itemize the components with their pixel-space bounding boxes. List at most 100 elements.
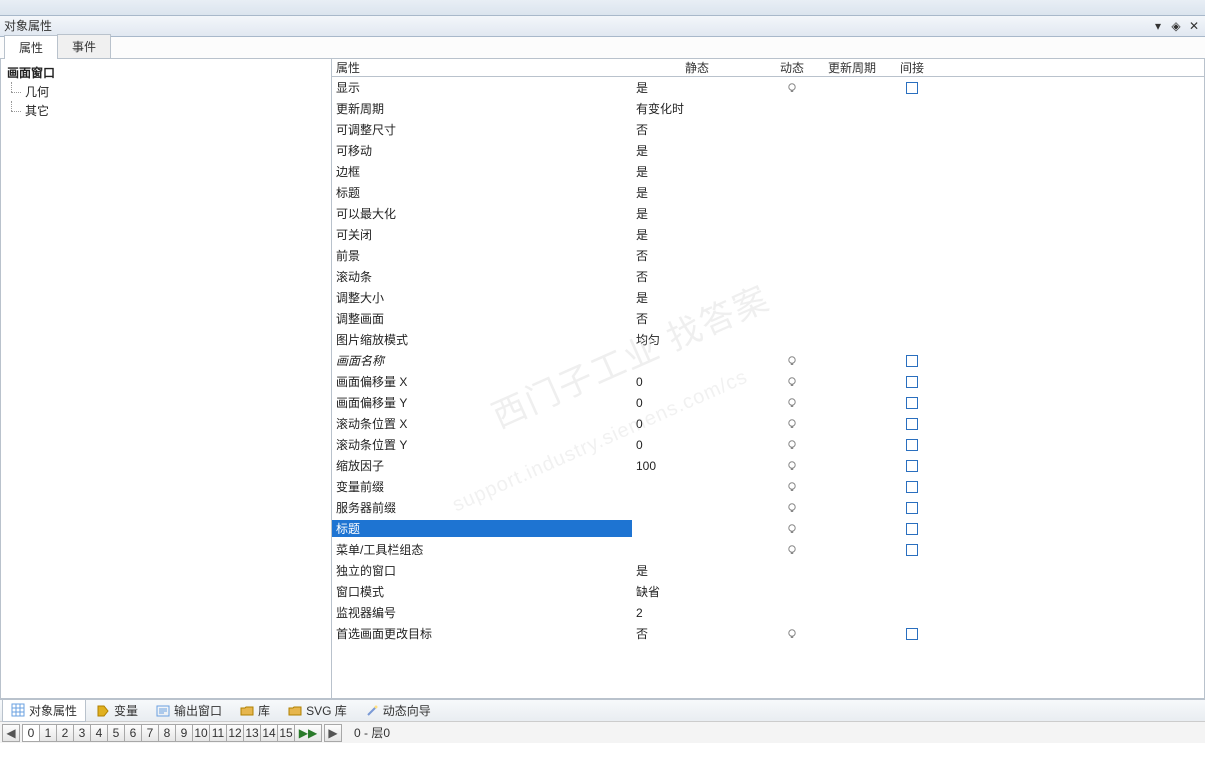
checkbox-icon[interactable] — [906, 439, 918, 451]
bottom-tab-3[interactable]: 库 — [232, 700, 278, 721]
property-static-value[interactable]: 0 — [632, 375, 762, 389]
property-row[interactable]: 调整大小是 — [332, 287, 1204, 308]
property-static-value[interactable]: 0 — [632, 396, 762, 410]
layer-cell-11[interactable]: 11 — [209, 724, 227, 742]
property-static-value[interactable]: 否 — [632, 625, 762, 642]
layer-cell-8[interactable]: 8 — [158, 724, 176, 742]
property-static-value[interactable]: 否 — [632, 121, 762, 138]
checkbox-icon[interactable] — [906, 481, 918, 493]
bottom-tab-1[interactable]: 变量 — [88, 700, 146, 721]
property-row[interactable]: 显示是 — [332, 77, 1204, 98]
property-static-value[interactable]: 是 — [632, 142, 762, 159]
tree-child-1[interactable]: 其它 — [3, 101, 329, 120]
property-static-value[interactable]: 是 — [632, 205, 762, 222]
property-name[interactable]: 滚动条 — [332, 268, 632, 285]
checkbox-icon[interactable] — [906, 523, 918, 535]
indirect-cell[interactable] — [882, 418, 942, 430]
dynamic-cell[interactable] — [762, 502, 822, 514]
property-row[interactable]: 监视器编号2 — [332, 602, 1204, 623]
property-row[interactable]: 标题 — [332, 518, 1204, 539]
checkbox-icon[interactable] — [906, 397, 918, 409]
property-name[interactable]: 首选画面更改目标 — [332, 625, 632, 642]
layer-cell-3[interactable]: 3 — [73, 724, 91, 742]
property-row[interactable]: 画面偏移量 Y0 — [332, 392, 1204, 413]
property-row[interactable]: 画面偏移量 X0 — [332, 371, 1204, 392]
property-name[interactable]: 画面偏移量 X — [332, 373, 632, 390]
property-name[interactable]: 边框 — [332, 163, 632, 180]
dynamic-cell[interactable] — [762, 376, 822, 388]
property-name[interactable]: 可调整尺寸 — [332, 121, 632, 138]
bottom-tab-4[interactable]: SVG 库 — [280, 700, 355, 721]
checkbox-icon[interactable] — [906, 376, 918, 388]
layer-cell-5[interactable]: 5 — [107, 724, 125, 742]
dynamic-cell[interactable] — [762, 544, 822, 556]
bottom-tab-5[interactable]: 动态向导 — [357, 700, 439, 721]
property-row[interactable]: 可以最大化是 — [332, 203, 1204, 224]
property-static-value[interactable]: 有变化时 — [632, 100, 762, 117]
property-row[interactable]: 边框是 — [332, 161, 1204, 182]
layer-cell-14[interactable]: 14 — [260, 724, 278, 742]
panel-dropdown-icon[interactable]: ▾ — [1151, 19, 1165, 33]
property-name[interactable]: 独立的窗口 — [332, 562, 632, 579]
indirect-cell[interactable] — [882, 82, 942, 94]
property-static-value[interactable]: 均匀 — [632, 331, 762, 348]
indirect-cell[interactable] — [882, 397, 942, 409]
property-name[interactable]: 可移动 — [332, 142, 632, 159]
property-row[interactable]: 滚动条否 — [332, 266, 1204, 287]
property-static-value[interactable]: 缺省 — [632, 583, 762, 600]
panel-close-icon[interactable]: ✕ — [1187, 19, 1201, 33]
bottom-tab-0[interactable]: 对象属性 — [2, 700, 86, 722]
property-static-value[interactable]: 0 — [632, 438, 762, 452]
property-static-value[interactable]: 是 — [632, 163, 762, 180]
tab-0[interactable]: 属性 — [4, 35, 58, 59]
property-row[interactable]: 首选画面更改目标否 — [332, 623, 1204, 644]
indirect-cell[interactable] — [882, 502, 942, 514]
property-name[interactable]: 调整大小 — [332, 289, 632, 306]
property-row[interactable]: 图片缩放模式均匀 — [332, 329, 1204, 350]
property-name[interactable]: 滚动条位置 Y — [332, 436, 632, 453]
property-name[interactable]: 服务器前缀 — [332, 499, 632, 516]
layer-cell-9[interactable]: 9 — [175, 724, 193, 742]
dynamic-cell[interactable] — [762, 523, 822, 535]
dynamic-cell[interactable] — [762, 628, 822, 640]
checkbox-icon[interactable] — [906, 628, 918, 640]
property-static-value[interactable]: 否 — [632, 310, 762, 327]
property-static-value[interactable]: 否 — [632, 247, 762, 264]
dynamic-cell[interactable] — [762, 481, 822, 493]
property-row[interactable]: 独立的窗口是 — [332, 560, 1204, 581]
property-static-value[interactable]: 是 — [632, 184, 762, 201]
layer-cell-4[interactable]: 4 — [90, 724, 108, 742]
indirect-cell[interactable] — [882, 523, 942, 535]
property-name[interactable]: 滚动条位置 X — [332, 415, 632, 432]
panel-pin-icon[interactable]: ◈ — [1169, 19, 1183, 33]
property-static-value[interactable]: 2 — [632, 606, 762, 620]
lightbulb-icon[interactable] — [786, 460, 798, 472]
layer-cell-15[interactable]: 15 — [277, 724, 295, 742]
property-name[interactable]: 前景 — [332, 247, 632, 264]
property-row[interactable]: 滚动条位置 X0 — [332, 413, 1204, 434]
property-row[interactable]: 标题是 — [332, 182, 1204, 203]
property-name[interactable]: 窗口模式 — [332, 583, 632, 600]
property-row[interactable]: 可关闭是 — [332, 224, 1204, 245]
property-name[interactable]: 图片缩放模式 — [332, 331, 632, 348]
lightbulb-icon[interactable] — [786, 544, 798, 556]
dynamic-cell[interactable] — [762, 397, 822, 409]
property-name[interactable]: 可以最大化 — [332, 205, 632, 222]
lightbulb-icon[interactable] — [786, 628, 798, 640]
lightbulb-icon[interactable] — [786, 376, 798, 388]
lightbulb-icon[interactable] — [786, 418, 798, 430]
property-static-value[interactable]: 否 — [632, 268, 762, 285]
layer-cell-10[interactable]: 10 — [192, 724, 210, 742]
lightbulb-icon[interactable] — [786, 502, 798, 514]
property-row[interactable]: 更新周期有变化时 — [332, 98, 1204, 119]
layer-cell-0[interactable]: 0 — [22, 724, 40, 742]
property-row[interactable]: 可调整尺寸否 — [332, 119, 1204, 140]
layer-nav-back[interactable]: ◀ — [2, 724, 20, 742]
tree-root[interactable]: 画面窗口 — [3, 63, 329, 82]
indirect-cell[interactable] — [882, 628, 942, 640]
layer-cell-1[interactable]: 1 — [39, 724, 57, 742]
lightbulb-icon[interactable] — [786, 439, 798, 451]
layer-nav-forward[interactable]: ▶ — [324, 724, 342, 742]
bottom-tab-2[interactable]: 输出窗口 — [148, 700, 230, 721]
property-row[interactable]: 画面名称 — [332, 350, 1204, 371]
